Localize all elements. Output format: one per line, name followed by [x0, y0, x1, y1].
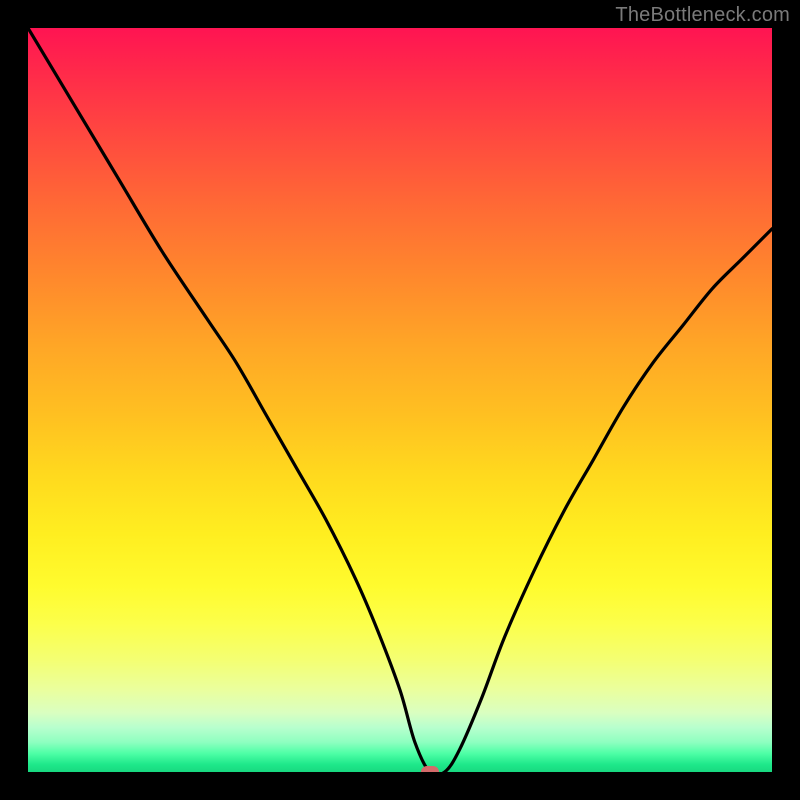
plot-area [28, 28, 772, 772]
watermark-text: TheBottleneck.com [615, 4, 790, 27]
optimum-marker [421, 766, 439, 772]
bottleneck-curve [28, 28, 772, 772]
plot-frame: TheBottleneck.com [0, 0, 800, 800]
